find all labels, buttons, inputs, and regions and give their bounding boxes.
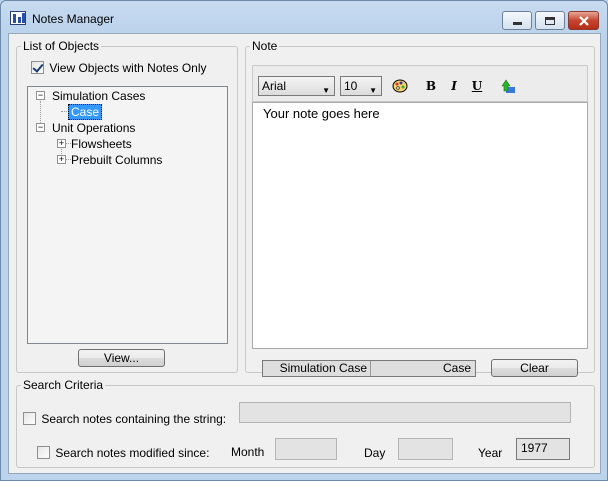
underline-button[interactable]: U: [469, 78, 485, 94]
month-input[interactable]: [275, 438, 337, 460]
expand-icon[interactable]: +: [57, 155, 66, 164]
tree-node-label: Case: [68, 104, 103, 120]
color-palette-icon: [392, 79, 408, 93]
notes-manager-window: Notes Manager List of Objects View Objec…: [0, 0, 608, 481]
chevron-down-icon: ▼: [369, 86, 377, 95]
up-arrow-icon: [501, 79, 515, 93]
font-size-select[interactable]: 10 ▼: [340, 76, 382, 96]
tree-node-label: Flowsheets: [71, 137, 132, 151]
day-input[interactable]: [398, 438, 453, 460]
year-input[interactable]: 1977: [516, 438, 570, 460]
note-toolbar: Arial ▼ 10 ▼ B I U: [252, 65, 588, 102]
font-family-select[interactable]: Arial ▼: [258, 76, 335, 96]
minimize-button[interactable]: [502, 11, 532, 30]
title-bar[interactable]: Notes Manager: [1, 1, 607, 33]
window-title: Notes Manager: [32, 12, 115, 26]
search-string-label: Search notes containing the string:: [41, 411, 227, 426]
notes-only-label: View Objects with Notes Only: [49, 60, 207, 75]
search-date-checkbox[interactable]: [37, 446, 50, 460]
notes-only-filter[interactable]: View Objects with Notes Only: [31, 60, 207, 75]
note-text: Your note goes here: [263, 106, 380, 121]
tree-node-label: Simulation Cases: [52, 89, 146, 103]
search-string-checkbox[interactable]: [23, 412, 36, 426]
minimize-icon: [512, 21, 522, 25]
tree-node-case[interactable]: Case: [68, 104, 103, 120]
color-palette-button[interactable]: [392, 78, 408, 94]
search-string-input[interactable]: [239, 402, 571, 423]
view-button[interactable]: View...: [78, 349, 165, 367]
bold-button[interactable]: B: [423, 78, 439, 94]
client-area: List of Objects View Objects with Notes …: [8, 33, 601, 474]
italic-button[interactable]: I: [446, 78, 462, 94]
expand-icon[interactable]: +: [57, 139, 66, 148]
search-date-label: Search notes modified since:: [55, 445, 210, 460]
font-size-value: 10: [344, 79, 358, 93]
notes-only-checkbox[interactable]: [31, 61, 44, 75]
collapse-icon[interactable]: −: [36, 123, 45, 132]
chevron-down-icon: ▼: [322, 86, 330, 95]
search-criteria-group: Search Criteria Search notes containing …: [16, 378, 595, 468]
month-label: Month: [231, 445, 265, 459]
tree-node-label: Prebuilt Columns: [71, 153, 163, 167]
note-label: Note: [250, 39, 280, 53]
status-object-type: Simulation Case: [263, 361, 371, 376]
maximize-icon: [545, 16, 555, 25]
font-family-value: Arial: [262, 79, 287, 93]
object-tree[interactable]: − Simulation Cases Case − Unit Operation…: [27, 86, 228, 344]
close-icon: [578, 15, 589, 26]
list-of-objects-label: List of Objects: [21, 39, 102, 53]
day-label: Day: [364, 446, 386, 460]
attach-file-button[interactable]: [500, 78, 516, 94]
search-date-option[interactable]: Search notes modified since:: [37, 445, 209, 460]
collapse-icon[interactable]: −: [36, 91, 45, 100]
maximize-button[interactable]: [535, 11, 565, 30]
close-button[interactable]: [568, 11, 599, 30]
year-label: Year: [478, 446, 503, 460]
note-group: Note Arial ▼ 10 ▼ B I U Your note goes h…: [245, 39, 595, 377]
note-editor[interactable]: Your note goes here: [252, 102, 588, 349]
notes-manager-icon: [10, 11, 26, 25]
status-object-name: Case: [442, 361, 471, 375]
clear-button[interactable]: Clear: [491, 359, 578, 377]
tree-node-label: Unit Operations: [52, 121, 136, 135]
list-of-objects-group: List of Objects View Objects with Notes …: [16, 39, 238, 373]
search-criteria-label: Search Criteria: [21, 378, 106, 392]
note-status-bar: Simulation Case Case: [262, 360, 476, 377]
search-string-option[interactable]: Search notes containing the string:: [23, 411, 226, 426]
